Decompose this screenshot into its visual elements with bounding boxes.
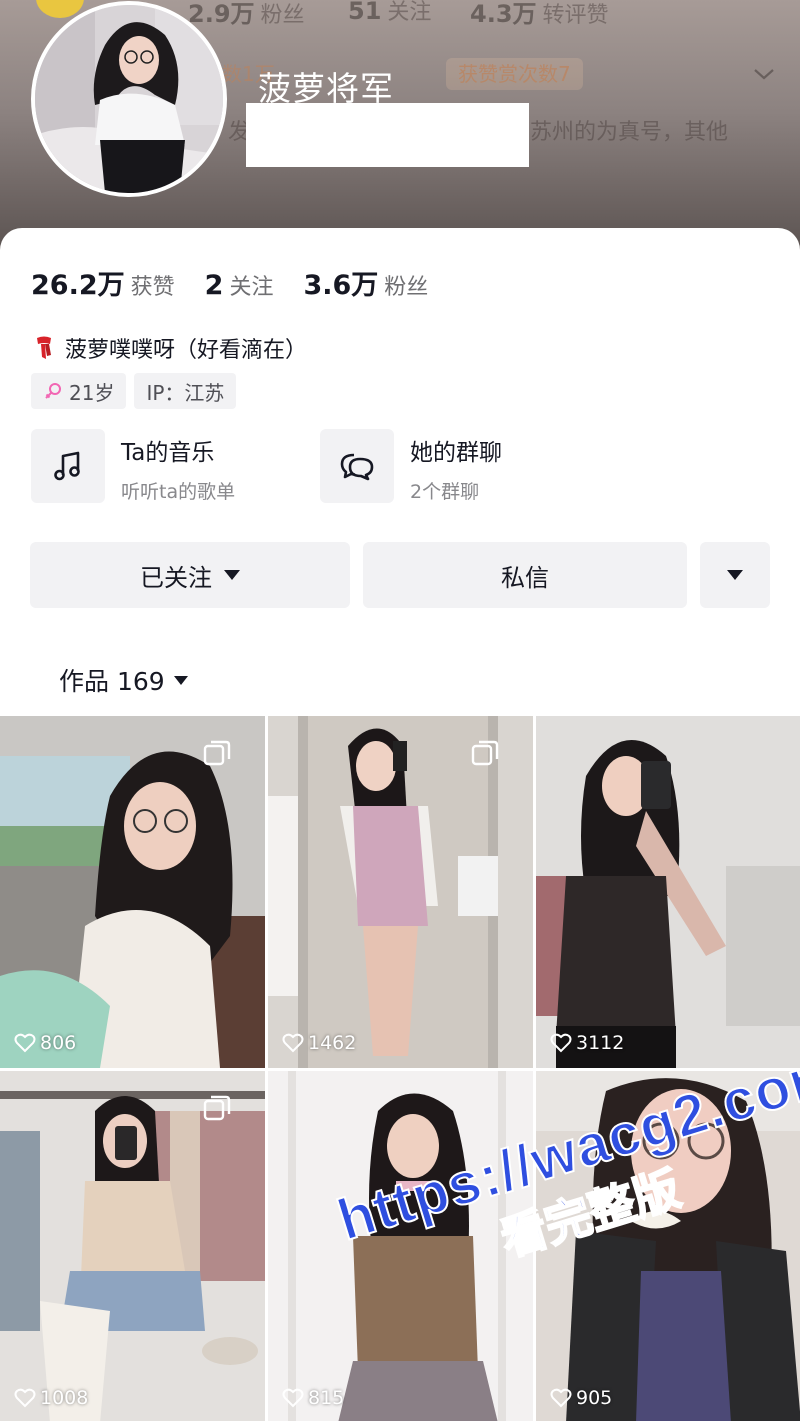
work-thumbnail — [536, 1071, 800, 1421]
like-count-value: 815 — [308, 1387, 345, 1409]
stat-number: 2 — [204, 270, 224, 301]
heart-icon — [282, 1033, 304, 1053]
work-tile[interactable]: 1008 — [0, 1071, 265, 1421]
stat-number: 3.6万 — [303, 270, 379, 301]
tab-works[interactable]: 作品 169 — [59, 662, 188, 698]
entry-subtitle: 2个群聊 — [410, 481, 480, 503]
work-tile[interactable]: 806 — [0, 716, 265, 1068]
caret-down-icon — [727, 570, 743, 580]
like-count: 1008 — [14, 1387, 88, 1409]
entry-music[interactable]: Ta的音乐 听听ta的歌单 — [31, 429, 320, 504]
multi-image-icon — [203, 740, 231, 766]
heart-icon — [550, 1033, 572, 1053]
like-count-value: 905 — [576, 1387, 613, 1409]
tag-label: IP：江苏 — [146, 380, 225, 405]
tag-label: 21岁 — [69, 380, 115, 405]
like-count-value: 1462 — [308, 1032, 357, 1054]
avatar[interactable] — [31, 1, 227, 197]
work-thumbnail — [0, 1071, 265, 1421]
bio-signature: 菠萝噗噗呀（好看滴在） — [33, 332, 307, 364]
like-count: 806 — [14, 1032, 76, 1054]
music-note-icon — [54, 451, 80, 481]
like-count-value: 3112 — [576, 1032, 625, 1054]
entry-title: 她的群聊 — [410, 440, 502, 466]
ghost-stat-label: 转评赞 — [542, 3, 609, 28]
stat-label: 关注 — [229, 275, 274, 300]
tag-age: 21岁 — [31, 373, 127, 409]
message-label: 私信 — [501, 563, 549, 592]
stat-likes[interactable]: 26.2万 获赞 — [31, 263, 175, 302]
stat-number: 26.2万 — [31, 270, 125, 301]
group-chat-icon — [340, 453, 374, 481]
scarf-icon — [37, 336, 51, 359]
entry-subtitle: 听听ta的歌单 — [121, 481, 236, 503]
work-tile[interactable]: 815 — [268, 1071, 533, 1421]
ghost-stat-label: 粉丝 — [260, 3, 305, 28]
signature-text: 菠萝噗噗呀（好看滴在） — [65, 338, 308, 363]
ghost-stat-num: 4.3万 — [470, 0, 537, 28]
entry-text: 她的群聊 2个群聊 — [410, 429, 502, 504]
stat-following[interactable]: 2 关注 — [205, 269, 274, 301]
like-count: 3112 — [550, 1032, 624, 1054]
stat-label: 粉丝 — [384, 275, 429, 300]
heart-icon — [14, 1388, 36, 1408]
like-count: 1462 — [282, 1032, 356, 1054]
caret-down-icon — [224, 570, 240, 580]
ghost-badge: 获赞赏次数7 — [446, 58, 583, 90]
ghost-bio: 苏州的为真号，其他 — [530, 120, 729, 145]
heart-icon — [14, 1033, 36, 1053]
entry-text: Ta的音乐 听听ta的歌单 — [121, 429, 235, 504]
work-thumbnail — [536, 716, 800, 1068]
chevron-down-icon — [754, 69, 774, 80]
ghost-stat: 4.3万 转评赞 — [470, 0, 609, 29]
ghost-stat: 51 关注 — [348, 0, 431, 26]
profile-header-background: 2.9万粉丝 51关注 4.3万转评赞 数1万 获赞赏次数7 发布 苏州的为真号… — [0, 0, 800, 250]
profile-tags: 21岁 IP：江苏 — [31, 373, 244, 409]
tab-works-label: 作品 169 — [59, 667, 165, 696]
work-tile[interactable]: 3112 — [536, 716, 800, 1068]
following-label: 已关注 — [140, 563, 212, 592]
work-tile[interactable]: 1462 — [268, 716, 533, 1068]
work-thumbnail — [268, 716, 533, 1068]
multi-image-icon — [203, 1095, 231, 1121]
ghost-stat-num: 51 — [348, 0, 382, 25]
heart-icon — [550, 1388, 572, 1408]
stat-followers[interactable]: 3.6万 粉丝 — [303, 263, 428, 302]
like-count-value: 1008 — [40, 1387, 89, 1409]
like-count: 905 — [550, 1387, 612, 1409]
entry-title: Ta的音乐 — [121, 440, 215, 466]
ghost-stat: 2.9万 粉丝 — [188, 0, 305, 29]
redaction-box — [246, 103, 529, 167]
ghost-stat-num: 2.9万 — [188, 0, 255, 28]
following-button[interactable]: 已关注 — [30, 542, 350, 608]
caret-down-icon — [173, 675, 188, 685]
like-count: 815 — [282, 1387, 344, 1409]
female-icon — [45, 383, 61, 399]
more-options-button[interactable] — [700, 542, 770, 608]
like-count-value: 806 — [40, 1032, 77, 1054]
entry-icon-box — [320, 429, 394, 503]
work-thumbnail — [0, 716, 265, 1068]
avatar-photo — [35, 5, 223, 193]
message-button[interactable]: 私信 — [363, 542, 687, 608]
profile-entries: Ta的音乐 听听ta的歌单 她的群聊 2个群聊 — [31, 429, 609, 504]
work-thumbnail — [268, 1071, 533, 1421]
work-tile[interactable]: 905 — [536, 1071, 800, 1421]
stat-label: 获赞 — [130, 275, 175, 300]
ghost-stat-label: 关注 — [387, 0, 432, 25]
entry-icon-box — [31, 429, 105, 503]
multi-image-icon — [471, 740, 499, 766]
tag-ip-location: IP：江苏 — [134, 373, 237, 409]
heart-icon — [282, 1388, 304, 1408]
profile-stats: 26.2万 获赞 2 关注 3.6万 粉丝 — [31, 263, 458, 302]
entry-group-chat[interactable]: 她的群聊 2个群聊 — [320, 429, 609, 504]
profile-actions: 已关注 私信 — [30, 542, 770, 608]
